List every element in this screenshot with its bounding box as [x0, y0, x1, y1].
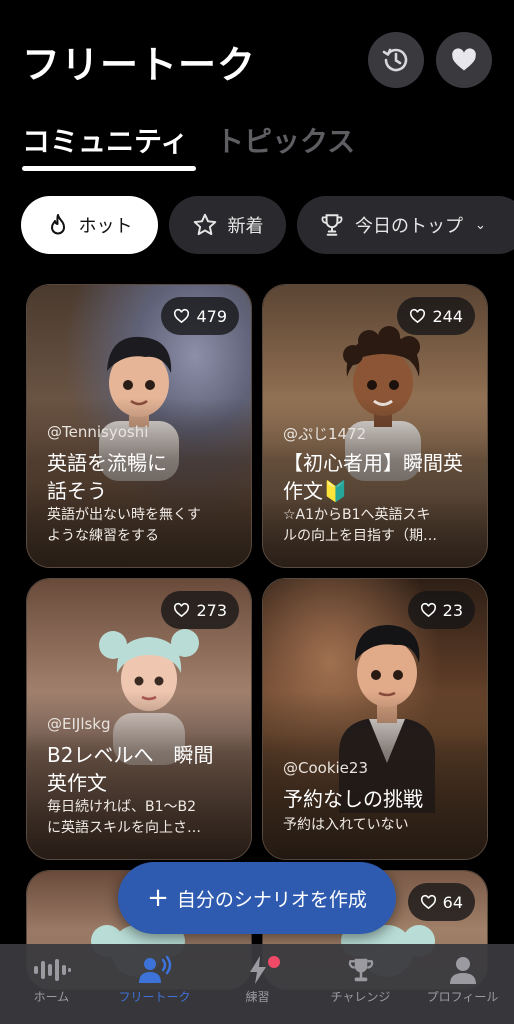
filter-today-top-label: 今日のトップ: [355, 216, 463, 237]
like-count-badge[interactable]: 273: [161, 591, 239, 629]
card-description: ☆A1からB1へ英語スキ ルの向上を目指す（期…: [283, 505, 471, 547]
heart-outline-icon: [174, 602, 190, 617]
card-desc-line: ☆A1からB1へ英語スキ: [283, 507, 431, 523]
history-icon: [382, 48, 408, 72]
nav-practice[interactable]: 練習: [206, 952, 309, 1005]
like-count-badge[interactable]: 244: [397, 297, 475, 335]
nav-home[interactable]: ホーム: [0, 952, 103, 1005]
tab-underline: [22, 166, 196, 171]
card-description: 予約は入れていない: [283, 815, 471, 836]
nav-practice-label: 練習: [245, 990, 270, 1004]
card-author: @ぷじ1472: [283, 425, 367, 443]
filter-new-label: 新着: [227, 216, 264, 237]
filter-hot-label: ホット: [78, 216, 133, 237]
card-title-line: 英作文: [47, 771, 107, 795]
nav-free-talk-label: フリートーク: [118, 990, 191, 1004]
card-desc-line: に英語スキルを向上さ…: [47, 820, 201, 836]
card-title: 英語を流暢に 話そう: [47, 449, 235, 505]
heart-icon: [452, 48, 476, 71]
card-desc-line: ような練習をする: [47, 528, 159, 544]
card-desc-line: ルの向上を目指す（期…: [283, 528, 437, 544]
card-author: @Cookie23: [283, 759, 368, 777]
tab-bar: コミュニティ トピックス: [22, 120, 492, 176]
bottom-nav: ホーム フリートーク 練習 チャレンジ プロフィール: [0, 944, 514, 1024]
card-title: 【初心者用】瞬間英 作文🔰: [283, 449, 471, 505]
chevron-down-icon: ⌄: [475, 217, 486, 233]
nav-challenge-label: チャレンジ: [330, 990, 391, 1004]
create-scenario-label: 自分のシナリオを作成: [176, 888, 367, 911]
card-title: B2レベルへ 瞬間 英作文: [47, 741, 235, 797]
card-title: 予約なしの挑戦: [283, 785, 471, 813]
tab-topics[interactable]: トピックス: [216, 120, 355, 160]
heart-outline-icon: [420, 602, 436, 617]
like-count: 64: [442, 892, 463, 912]
card-desc-line: 予約は入れていない: [283, 817, 409, 833]
filter-today-top[interactable]: 今日のトップ ⌄: [297, 196, 514, 254]
like-count: 273: [196, 600, 227, 620]
bolt-icon: [249, 956, 266, 984]
nav-free-talk[interactable]: フリートーク: [103, 952, 206, 1005]
trophy-icon: [321, 214, 343, 236]
flame-icon: [50, 214, 65, 235]
like-count-badge[interactable]: 23: [407, 591, 475, 629]
favorites-button[interactable]: [436, 32, 492, 88]
trophy-icon: [348, 958, 373, 982]
nav-profile[interactable]: プロフィール: [411, 952, 514, 1005]
like-count-badge[interactable]: 479: [161, 297, 239, 335]
plus-icon: +: [147, 883, 169, 913]
person-voice-icon: [138, 955, 171, 983]
card-description: 毎日続ければ、B1～B2 に英語スキルを向上さ…: [47, 797, 235, 839]
card-title-line: 作文🔰: [283, 479, 348, 503]
create-scenario-button[interactable]: + 自分のシナリオを作成: [118, 862, 396, 934]
card-title-line: 話そう: [47, 479, 107, 503]
nav-profile-label: プロフィール: [426, 990, 499, 1004]
tab-community[interactable]: コミュニティ: [22, 120, 188, 160]
header: フリートーク: [0, 0, 514, 120]
filter-new[interactable]: 新着: [169, 196, 286, 254]
nav-home-label: ホーム: [33, 990, 70, 1004]
scenario-card[interactable]: 23 @Cookie23 予約なしの挑戦 予約は入れていない: [262, 578, 488, 860]
card-desc-line: 英語が出ない時を無くす: [47, 507, 201, 523]
scenario-card[interactable]: 273 @EIJlskg B2レベルへ 瞬間 英作文 毎日続ければ、B1～B2 …: [26, 578, 252, 860]
filter-chips: ホット 新着 今日のトップ ⌄: [0, 196, 514, 254]
card-title-line: 予約なしの挑戦: [283, 787, 423, 811]
history-button[interactable]: [368, 32, 424, 88]
like-count-badge[interactable]: 64: [407, 883, 475, 921]
nav-challenge[interactable]: チャレンジ: [309, 952, 412, 1005]
card-title-line: B2レベルへ 瞬間: [47, 743, 214, 767]
like-count: 479: [196, 306, 227, 326]
filter-hot[interactable]: ホット: [21, 196, 158, 254]
card-title-line: 【初心者用】瞬間英: [283, 451, 463, 475]
like-count: 23: [442, 600, 463, 620]
card-title-line: 英語を流暢に: [47, 451, 167, 475]
waveform-icon: [33, 959, 71, 981]
scenario-card[interactable]: 244 @ぷじ1472 【初心者用】瞬間英 作文🔰 ☆A1からB1へ英語スキ ル…: [262, 284, 488, 568]
card-description: 英語が出ない時を無くす ような練習をする: [47, 505, 235, 547]
person-icon: [449, 957, 476, 984]
card-author: @EIJlskg: [47, 715, 111, 733]
notification-dot: [268, 956, 280, 968]
card-desc-line: 毎日続ければ、B1～B2: [47, 799, 197, 815]
star-icon: [193, 213, 216, 236]
scenario-card[interactable]: 479 @Tennisyoshi 英語を流暢に 話そう 英語が出ない時を無くす …: [26, 284, 252, 568]
heart-outline-icon: [420, 894, 436, 909]
like-count: 244: [432, 306, 463, 326]
heart-outline-icon: [174, 308, 190, 323]
heart-outline-icon: [410, 308, 426, 323]
page-title: フリートーク: [22, 43, 257, 87]
card-author: @Tennisyoshi: [47, 423, 149, 441]
